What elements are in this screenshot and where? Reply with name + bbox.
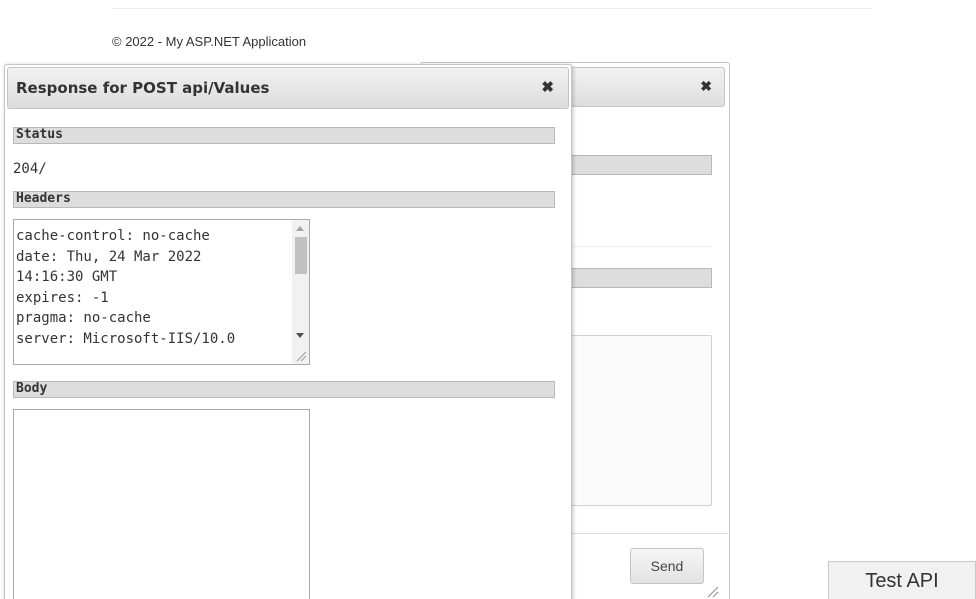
- body-label: Body: [16, 381, 48, 396]
- status-section-header: Status: [13, 127, 555, 144]
- close-icon[interactable]: ✖: [541, 78, 554, 96]
- header-line: pragma: no-cache: [16, 310, 151, 326]
- body-textarea[interactable]: [13, 409, 310, 599]
- test-api-button[interactable]: Test API: [828, 561, 976, 599]
- response-dialog[interactable]: Response for POST api/Values ✖ Status 20…: [4, 64, 572, 599]
- headers-section-header: Headers: [13, 191, 555, 208]
- header-line: cache-control: no-cache: [16, 228, 210, 244]
- footer-copyright: © 2022 - My ASP.NET Application: [112, 34, 307, 49]
- close-icon[interactable]: ✖: [700, 78, 712, 95]
- header-line: expires: -1: [16, 289, 109, 306]
- header-line: 14:16:30 GMT: [16, 269, 118, 285]
- resize-grip-icon[interactable]: [294, 349, 308, 363]
- headers-lines: cache-control: no-cache date: Thu, 24 Ma…: [16, 226, 289, 349]
- headers-textarea[interactable]: cache-control: no-cache date: Thu, 24 Ma…: [13, 219, 310, 365]
- scroll-thumb[interactable]: [295, 237, 307, 274]
- request-section-bar: [570, 155, 712, 175]
- response-dialog-title: Response for POST api/Values: [16, 79, 270, 97]
- top-divider: [112, 8, 872, 9]
- response-dialog-titlebar[interactable]: Response for POST api/Values ✖: [7, 67, 569, 109]
- page: © 2022 - My ASP.NET Application ✖ Send R…: [0, 0, 976, 599]
- request-section-bar: [570, 268, 712, 288]
- status-value: 204/: [13, 161, 47, 177]
- body-section-header: Body: [13, 381, 555, 398]
- header-line: server: Microsoft-IIS/10.0: [16, 330, 236, 347]
- headers-label: Headers: [16, 191, 71, 206]
- scroll-up-arrow-icon[interactable]: [296, 226, 304, 231]
- resize-grip-icon[interactable]: [706, 585, 720, 599]
- scroll-down-arrow-icon[interactable]: [296, 333, 304, 338]
- request-section-divider: [570, 246, 712, 247]
- status-label: Status: [16, 127, 63, 142]
- headers-scrollbar[interactable]: [292, 220, 309, 364]
- header-line: date: Thu, 24 Mar 2022: [16, 248, 202, 265]
- send-button[interactable]: Send: [630, 548, 704, 584]
